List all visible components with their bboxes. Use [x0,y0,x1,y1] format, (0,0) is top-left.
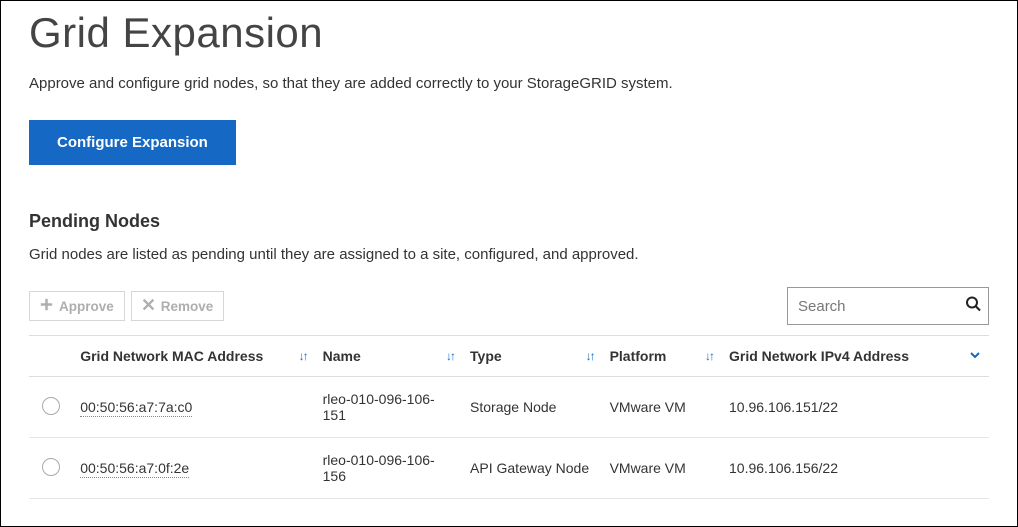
pending-nodes-heading: Pending Nodes [29,211,989,232]
pending-nodes-table: Grid Network MAC Address ↓↑ Name ↓↑ Type… [29,335,989,499]
cell-name: rleo-010-096-106-156 [323,452,435,484]
pending-nodes-description: Grid nodes are listed as pending until t… [29,246,989,263]
approve-label: Approve [59,299,114,314]
cell-type: API Gateway Node [470,460,589,476]
toolbar-left: Approve Remove [29,291,224,321]
close-icon [142,298,155,314]
sort-icon: ↓↑ [586,349,594,363]
cell-name: rleo-010-096-106-151 [323,391,435,423]
cell-ipv4: 10.96.106.151/22 [729,399,838,415]
approve-button[interactable]: Approve [29,291,125,321]
cell-mac[interactable]: 00:50:56:a7:0f:2e [80,460,189,478]
col-platform[interactable]: Platform ↓↑ [602,336,721,377]
sort-icon: ↓↑ [299,349,307,363]
page-subtitle: Approve and configure grid nodes, so tha… [29,75,989,92]
table-row: 00:50:56:a7:7a:c0 rleo-010-096-106-151 S… [29,377,989,438]
col-ipv4-label: Grid Network IPv4 Address [729,348,909,364]
col-name[interactable]: Name ↓↑ [315,336,462,377]
col-type[interactable]: Type ↓↑ [462,336,602,377]
search-wrap [787,287,989,325]
col-platform-label: Platform [610,348,667,364]
table-row: 00:50:56:a7:0f:2e rleo-010-096-106-156 A… [29,438,989,499]
col-mac[interactable]: Grid Network MAC Address ↓↑ [72,336,314,377]
page-frame: Grid Expansion Approve and configure gri… [0,0,1018,527]
cell-platform: VMware VM [610,460,686,476]
configure-expansion-button[interactable]: Configure Expansion [29,120,236,165]
table-header-row: Grid Network MAC Address ↓↑ Name ↓↑ Type… [29,336,989,377]
search-input[interactable] [787,287,989,325]
sort-icon: ↓↑ [446,349,454,363]
cell-platform: VMware VM [610,399,686,415]
sort-icon: ↓↑ [705,349,713,363]
remove-label: Remove [161,299,214,314]
col-type-label: Type [470,348,502,364]
chevron-down-icon [969,348,981,364]
col-ipv4[interactable]: Grid Network IPv4 Address [721,336,989,377]
page-title: Grid Expansion [29,9,989,57]
pending-toolbar: Approve Remove [29,287,989,325]
row-select-radio[interactable] [42,458,60,476]
col-name-label: Name [323,348,361,364]
search-icon [965,296,981,317]
col-select [29,336,72,377]
cell-ipv4: 10.96.106.156/22 [729,460,838,476]
cell-mac[interactable]: 00:50:56:a7:7a:c0 [80,399,192,417]
remove-button[interactable]: Remove [131,291,225,321]
row-select-radio[interactable] [42,397,60,415]
cell-type: Storage Node [470,399,556,415]
col-mac-label: Grid Network MAC Address [80,348,263,364]
plus-icon [40,298,53,314]
